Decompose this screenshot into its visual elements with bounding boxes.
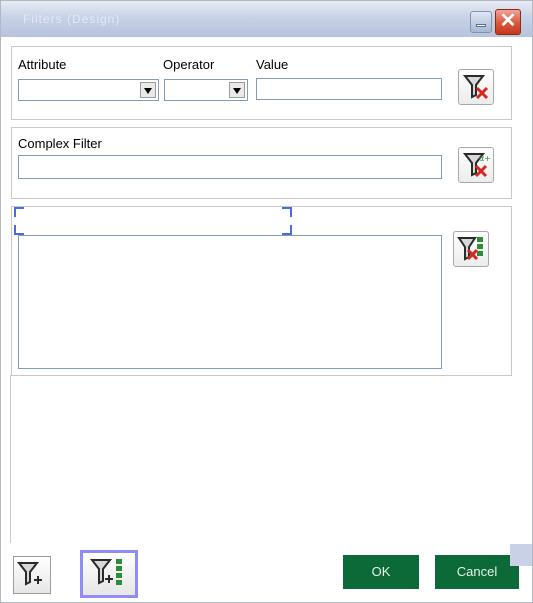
complex-filter-input[interactable] [18, 155, 442, 179]
operator-select[interactable] [164, 79, 248, 101]
simple-filter-panel: Attribute Operator Value [11, 46, 512, 120]
cancel-button[interactable]: Cancel [435, 555, 519, 589]
title-bar[interactable]: Filters (Design) ✕ [1, 1, 532, 37]
ok-button[interactable]: OK [343, 555, 419, 589]
clear-simple-filter-button[interactable] [458, 69, 494, 105]
funnel-add-icon [16, 562, 42, 586]
complex-filter-panel: Complex Filter α+β [11, 127, 512, 199]
filters-window: Filters (Design) ✕ Attribute Operator Va… [0, 0, 533, 603]
complex-filter-label: Complex Filter [18, 136, 102, 151]
selection-corner-bl [14, 225, 24, 235]
add-list-filter-button[interactable] [80, 550, 138, 598]
operator-label: Operator [163, 57, 215, 72]
funnel-clear-alpha-beta-icon: α+β [462, 153, 490, 178]
attribute-label: Attribute [18, 57, 67, 72]
minimize-button[interactable] [470, 11, 492, 33]
left-border-line [10, 375, 11, 543]
attribute-select[interactable] [18, 79, 159, 101]
cursor-pointer-icon [510, 544, 532, 566]
clear-list-filter-button[interactable] [453, 231, 489, 267]
add-filter-button[interactable] [13, 556, 51, 594]
close-icon: ✕ [499, 10, 517, 32]
close-button[interactable]: ✕ [495, 9, 521, 35]
list-filter-listbox[interactable] [18, 235, 442, 369]
chevron-down-icon[interactable] [229, 82, 245, 98]
selection-corner-tr [282, 207, 292, 217]
funnel-clear-list-icon [457, 237, 483, 261]
selection-corner-br [282, 225, 292, 235]
funnel-add-list-icon [89, 559, 122, 585]
value-label: Value [256, 57, 289, 72]
list-filter-panel [11, 206, 512, 376]
chevron-down-icon[interactable] [140, 82, 156, 98]
svg-text:α+β: α+β [479, 154, 490, 163]
clear-complex-filter-button[interactable]: α+β [458, 147, 494, 183]
value-input[interactable] [256, 78, 442, 100]
footer-bar: OK Cancel [9, 544, 532, 601]
selection-corner-tl [14, 207, 24, 217]
list-filter-header-input[interactable] [14, 209, 290, 233]
funnel-clear-icon [462, 75, 489, 100]
window-title: Filters (Design) [23, 12, 121, 26]
